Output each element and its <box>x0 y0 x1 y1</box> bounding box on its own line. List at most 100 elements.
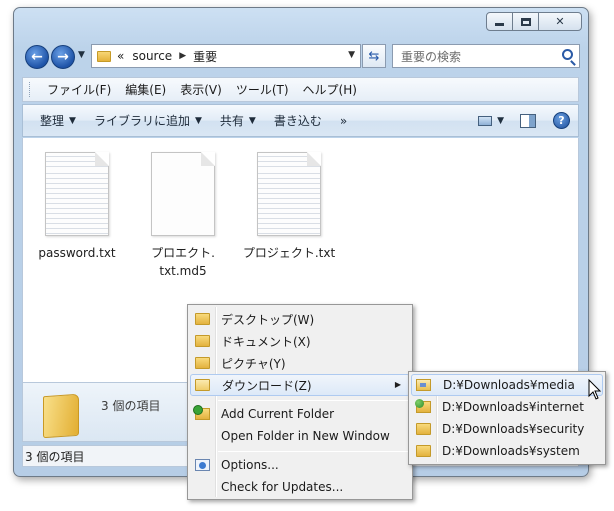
close-button[interactable]: ✕ <box>538 12 582 31</box>
submenu-item-system[interactable]: D:¥Downloads¥system <box>411 440 603 462</box>
menu-edit[interactable]: 編集(E) <box>118 81 173 98</box>
back-arrow-icon: ← <box>31 49 43 65</box>
help-glyph: ? <box>558 114 565 127</box>
close-icon: ✕ <box>555 15 565 28</box>
menu-item-label: デスクトップ(W) <box>221 312 315 327</box>
search-placeholder: 重要の検索 <box>401 49 462 64</box>
menu-item-check-updates[interactable]: Check for Updates... <box>190 476 410 498</box>
submenu-item-label: D:¥Downloads¥media <box>443 378 575 392</box>
media-folder-icon <box>416 379 431 391</box>
breadcrumb-overflow[interactable]: « <box>117 49 124 63</box>
folder-icon <box>43 393 79 439</box>
maximize-icon <box>520 17 531 26</box>
preview-pane-icon[interactable] <box>520 113 536 128</box>
forward-arrow-icon: → <box>57 49 69 65</box>
file-item[interactable]: プロエクト. txt.md5 <box>135 152 231 280</box>
burn-label: 書き込む <box>273 114 322 128</box>
menu-item-downloads[interactable]: ダウンロード(Z) ▶ <box>190 374 410 396</box>
menu-item-label: Options... <box>221 458 279 472</box>
change-view-icon[interactable] <box>478 115 493 126</box>
downloads-submenu: D:¥Downloads¥media D:¥Downloads¥internet… <box>408 371 606 465</box>
burn-button[interactable]: 書き込む <box>265 112 331 129</box>
file-name: password.txt <box>38 246 116 260</box>
back-button[interactable]: ← <box>25 45 49 69</box>
forward-button[interactable]: → <box>51 45 75 69</box>
file-name: プロジェクト.txt <box>242 246 336 260</box>
more-commands-button[interactable]: » <box>331 114 356 128</box>
submenu-arrow-icon: ▶ <box>394 380 401 389</box>
open-folder-icon <box>195 379 210 391</box>
context-menu: デスクトップ(W) ドキュメント(X) ピクチャ(Y) ダウンロード(Z) ▶ … <box>187 304 413 500</box>
menu-item-label: ドキュメント(X) <box>221 334 311 349</box>
folder-icon <box>416 423 431 435</box>
text-file-icon <box>45 152 109 236</box>
menu-separator <box>218 451 408 452</box>
organize-button[interactable]: 整理 ▼ <box>31 112 85 129</box>
menu-item-documents[interactable]: ドキュメント(X) <box>190 330 410 352</box>
folder-icon <box>195 313 210 325</box>
file-item[interactable]: プロジェクト.txt <box>239 152 339 262</box>
mouse-cursor-icon <box>588 379 602 400</box>
file-item[interactable]: password.txt <box>29 152 125 262</box>
share-button[interactable]: 共有 ▼ <box>211 112 265 129</box>
maximize-button[interactable] <box>512 12 539 31</box>
file-name: プロエクト. txt.md5 <box>151 246 215 278</box>
folder-icon <box>195 335 210 347</box>
view-options-dropdown[interactable]: ▼ <box>497 116 504 126</box>
menu-item-pictures[interactable]: ピクチャ(Y) <box>190 352 410 374</box>
folder-icon <box>97 50 111 62</box>
menu-separator <box>218 400 408 401</box>
options-icon <box>195 459 210 471</box>
minimize-button[interactable] <box>486 12 513 31</box>
menu-grip <box>29 82 32 97</box>
menu-item-label: Open Folder in New Window <box>221 429 390 443</box>
menu-item-add-current-folder[interactable]: Add Current Folder <box>190 403 410 425</box>
menu-item-desktop[interactable]: デスクトップ(W) <box>190 308 410 330</box>
refresh-button[interactable]: ⇆ <box>362 44 386 68</box>
chevron-down-icon: ▼ <box>69 115 76 126</box>
address-dropdown-icon[interactable]: ▼ <box>348 50 355 60</box>
submenu-item-security[interactable]: D:¥Downloads¥security <box>411 418 603 440</box>
submenu-item-label: D:¥Downloads¥security <box>442 422 585 436</box>
minimize-icon <box>495 23 504 26</box>
internet-folder-icon <box>415 399 431 413</box>
organize-label: 整理 <box>40 114 65 128</box>
menu-item-label: ピクチャ(Y) <box>221 356 286 371</box>
details-item-count: 3 個の項目 <box>101 399 161 413</box>
blank-file-icon <box>151 152 215 236</box>
menu-file[interactable]: ファイル(F) <box>40 81 118 98</box>
add-to-library-label: ライブラリに追加 <box>93 114 190 128</box>
menu-view[interactable]: 表示(V) <box>173 81 229 98</box>
menu-item-open-new-window[interactable]: Open Folder in New Window <box>190 425 410 447</box>
refresh-icon: ⇆ <box>368 48 380 64</box>
text-file-icon <box>257 152 321 236</box>
address-row: ← → ▼ « source ▶ 重要 ▼ ⇆ 重要の検索 <box>22 44 580 70</box>
more-commands-icon: » <box>339 113 348 128</box>
search-input[interactable]: 重要の検索 <box>392 44 580 68</box>
search-icon[interactable] <box>562 49 573 60</box>
view-controls: ▼ ? <box>478 105 578 136</box>
menu-item-options[interactable]: Options... <box>190 454 410 476</box>
menu-item-label: ダウンロード(Z) <box>222 378 312 393</box>
add-to-library-button[interactable]: ライブラリに追加 ▼ <box>85 112 211 129</box>
status-text: 3 個の項目 <box>25 449 85 464</box>
menu-bar: ファイル(F) 編集(E) 表示(V) ツール(T) ヘルプ(H) <box>22 77 579 102</box>
share-label: 共有 <box>219 114 244 128</box>
breadcrumb-chevron-icon[interactable]: ▶ <box>179 51 186 61</box>
breadcrumb-source[interactable]: source <box>132 49 172 63</box>
breadcrumb-current[interactable]: 重要 <box>193 48 217 65</box>
chevron-down-icon: ▼ <box>248 115 256 126</box>
caption-buttons: ✕ <box>486 12 582 31</box>
submenu-item-internet[interactable]: D:¥Downloads¥internet <box>411 396 603 418</box>
add-folder-icon <box>193 405 210 420</box>
submenu-item-label: D:¥Downloads¥internet <box>442 400 584 414</box>
menu-help[interactable]: ヘルプ(H) <box>296 81 364 98</box>
menu-item-label: Check for Updates... <box>221 480 344 494</box>
menu-item-label: Add Current Folder <box>221 407 335 421</box>
help-icon[interactable]: ? <box>553 112 570 129</box>
recent-pages-dropdown[interactable]: ▼ <box>78 50 85 60</box>
address-bar[interactable]: « source ▶ 重要 ▼ <box>91 44 361 68</box>
folder-icon <box>195 357 210 369</box>
submenu-item-media[interactable]: D:¥Downloads¥media <box>411 374 603 396</box>
menu-tools[interactable]: ツール(T) <box>229 81 296 98</box>
